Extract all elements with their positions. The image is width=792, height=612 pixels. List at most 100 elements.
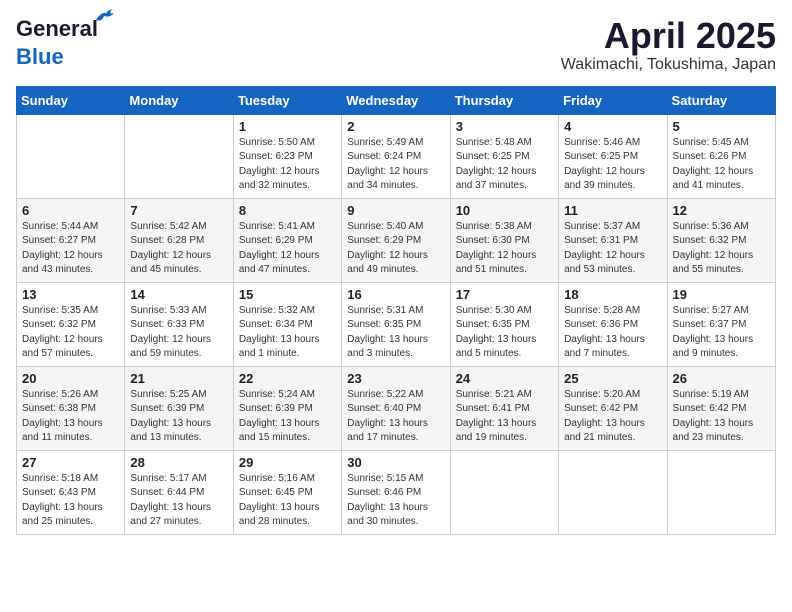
day-info: Sunrise: 5:45 AM Sunset: 6:26 PM Dayligh… xyxy=(673,136,770,194)
day-number: 15 xyxy=(239,287,336,302)
day-number: 21 xyxy=(130,371,227,386)
day-info: Sunrise: 5:36 AM Sunset: 6:32 PM Dayligh… xyxy=(673,220,770,278)
week-row-1: 1 Sunrise: 5:50 AM Sunset: 6:23 PM Daylig… xyxy=(17,114,776,198)
day-info: Sunrise: 5:31 AM Sunset: 6:35 PM Dayligh… xyxy=(347,304,444,362)
week-row-5: 27Sunrise: 5:18 AM Sunset: 6:43 PM Dayli… xyxy=(17,450,776,534)
calendar-cell: 18 Sunrise: 5:28 AM Sunset: 6:36 PM Dayli… xyxy=(559,282,667,366)
calendar-cell: 27Sunrise: 5:18 AM Sunset: 6:43 PM Dayli… xyxy=(17,450,125,534)
calendar-cell: 9Sunrise: 5:40 AM Sunset: 6:29 PM Daylig… xyxy=(342,198,450,282)
day-number: 17 xyxy=(456,287,553,302)
day-info: Sunrise: 5:41 AM Sunset: 6:29 PM Dayligh… xyxy=(239,220,336,278)
calendar-cell: 20 Sunrise: 5:26 AM Sunset: 6:38 PM Dayli… xyxy=(17,366,125,450)
calendar-cell: 26 Sunrise: 5:19 AM Sunset: 6:42 PM Dayli… xyxy=(667,366,775,450)
calendar-cell: 19Sunrise: 5:27 AM Sunset: 6:37 PM Dayli… xyxy=(667,282,775,366)
calendar-cell: 30 Sunrise: 5:15 AM Sunset: 6:46 PM Dayli… xyxy=(342,450,450,534)
day-info: Sunrise: 5:42 AM Sunset: 6:28 PM Dayligh… xyxy=(130,220,227,278)
day-number: 13 xyxy=(22,287,119,302)
calendar-cell: 10Sunrise: 5:38 AM Sunset: 6:30 PM Dayli… xyxy=(450,198,558,282)
day-info: Sunrise: 5:44 AM Sunset: 6:27 PM Dayligh… xyxy=(22,220,119,278)
weekday-header-wednesday: Wednesday xyxy=(342,86,450,114)
day-info: Sunrise: 5:21 AM Sunset: 6:41 PM Dayligh… xyxy=(456,388,553,446)
title-block: April 2025 Wakimachi, Tokushima, Japan xyxy=(561,16,776,74)
day-info: Sunrise: 5:50 AM Sunset: 6:23 PM Dayligh… xyxy=(239,136,336,194)
day-number: 28 xyxy=(130,455,227,470)
calendar-table: SundayMondayTuesdayWednesdayThursdayFrid… xyxy=(16,86,776,535)
day-number: 16 xyxy=(347,287,444,302)
calendar-cell: 1 Sunrise: 5:50 AM Sunset: 6:23 PM Daylig… xyxy=(233,114,341,198)
location-title: Wakimachi, Tokushima, Japan xyxy=(561,56,776,74)
day-info: Sunrise: 5:16 AM Sunset: 6:45 PM Dayligh… xyxy=(239,472,336,530)
calendar-cell xyxy=(559,450,667,534)
day-info: Sunrise: 5:24 AM Sunset: 6:39 PM Dayligh… xyxy=(239,388,336,446)
day-info: Sunrise: 5:46 AM Sunset: 6:25 PM Dayligh… xyxy=(564,136,661,194)
day-number: 2 xyxy=(347,119,444,134)
day-number: 25 xyxy=(564,371,661,386)
day-info: Sunrise: 5:28 AM Sunset: 6:36 PM Dayligh… xyxy=(564,304,661,362)
day-info: Sunrise: 5:20 AM Sunset: 6:42 PM Dayligh… xyxy=(564,388,661,446)
day-info: Sunrise: 5:38 AM Sunset: 6:30 PM Dayligh… xyxy=(456,220,553,278)
weekday-header-tuesday: Tuesday xyxy=(233,86,341,114)
calendar-cell: 2 Sunrise: 5:49 AM Sunset: 6:24 PM Daylig… xyxy=(342,114,450,198)
calendar-cell: 15Sunrise: 5:32 AM Sunset: 6:34 PM Dayli… xyxy=(233,282,341,366)
day-info: Sunrise: 5:30 AM Sunset: 6:35 PM Dayligh… xyxy=(456,304,553,362)
calendar-cell: 21 Sunrise: 5:25 AM Sunset: 6:39 PM Dayli… xyxy=(125,366,233,450)
day-number: 20 xyxy=(22,371,119,386)
day-info: Sunrise: 5:18 AM Sunset: 6:43 PM Dayligh… xyxy=(22,472,119,530)
day-info: Sunrise: 5:25 AM Sunset: 6:39 PM Dayligh… xyxy=(130,388,227,446)
day-info: Sunrise: 5:17 AM Sunset: 6:44 PM Dayligh… xyxy=(130,472,227,530)
day-number: 26 xyxy=(673,371,770,386)
logo-general: General xyxy=(16,16,98,41)
weekday-header-saturday: Saturday xyxy=(667,86,775,114)
day-number: 6 xyxy=(22,203,119,218)
weekday-header-monday: Monday xyxy=(125,86,233,114)
day-info: Sunrise: 5:15 AM Sunset: 6:46 PM Dayligh… xyxy=(347,472,444,530)
calendar-cell: 23 Sunrise: 5:22 AM Sunset: 6:40 PM Dayli… xyxy=(342,366,450,450)
calendar-cell: 14Sunrise: 5:33 AM Sunset: 6:33 PM Dayli… xyxy=(125,282,233,366)
day-number: 29 xyxy=(239,455,336,470)
day-number: 19 xyxy=(673,287,770,302)
calendar-cell: 7Sunrise: 5:42 AM Sunset: 6:28 PM Daylig… xyxy=(125,198,233,282)
calendar-cell: 12Sunrise: 5:36 AM Sunset: 6:32 PM Dayli… xyxy=(667,198,775,282)
day-number: 11 xyxy=(564,203,661,218)
calendar-cell: 3Sunrise: 5:48 AM Sunset: 6:25 PM Daylig… xyxy=(450,114,558,198)
weekday-header-thursday: Thursday xyxy=(450,86,558,114)
calendar-cell xyxy=(17,114,125,198)
day-info: Sunrise: 5:22 AM Sunset: 6:40 PM Dayligh… xyxy=(347,388,444,446)
calendar-cell: 4 Sunrise: 5:46 AM Sunset: 6:25 PM Daylig… xyxy=(559,114,667,198)
logo-blue: Blue xyxy=(16,44,64,70)
day-info: Sunrise: 5:40 AM Sunset: 6:29 PM Dayligh… xyxy=(347,220,444,278)
calendar-cell xyxy=(450,450,558,534)
day-number: 22 xyxy=(239,371,336,386)
month-title: April 2025 xyxy=(561,16,776,56)
calendar-cell xyxy=(667,450,775,534)
day-number: 30 xyxy=(347,455,444,470)
day-number: 18 xyxy=(564,287,661,302)
day-info: Sunrise: 5:37 AM Sunset: 6:31 PM Dayligh… xyxy=(564,220,661,278)
day-info: Sunrise: 5:49 AM Sunset: 6:24 PM Dayligh… xyxy=(347,136,444,194)
day-info: Sunrise: 5:26 AM Sunset: 6:38 PM Dayligh… xyxy=(22,388,119,446)
day-number: 5 xyxy=(673,119,770,134)
logo-bird-icon xyxy=(94,8,116,24)
calendar-cell: 8 Sunrise: 5:41 AM Sunset: 6:29 PM Daylig… xyxy=(233,198,341,282)
calendar-cell xyxy=(125,114,233,198)
calendar-cell: 24 Sunrise: 5:21 AM Sunset: 6:41 PM Dayli… xyxy=(450,366,558,450)
week-row-3: 13Sunrise: 5:35 AM Sunset: 6:32 PM Dayli… xyxy=(17,282,776,366)
weekday-header-row: SundayMondayTuesdayWednesdayThursdayFrid… xyxy=(17,86,776,114)
calendar-cell: 25 Sunrise: 5:20 AM Sunset: 6:42 PM Dayli… xyxy=(559,366,667,450)
week-row-2: 6 Sunrise: 5:44 AM Sunset: 6:27 PM Daylig… xyxy=(17,198,776,282)
weekday-header-friday: Friday xyxy=(559,86,667,114)
header: General Blue April 2025 Wakimachi, Tokus… xyxy=(16,16,776,74)
calendar-cell: 17 Sunrise: 5:30 AM Sunset: 6:35 PM Dayli… xyxy=(450,282,558,366)
calendar-cell: 13Sunrise: 5:35 AM Sunset: 6:32 PM Dayli… xyxy=(17,282,125,366)
weekday-header-sunday: Sunday xyxy=(17,86,125,114)
day-number: 1 xyxy=(239,119,336,134)
calendar-cell: 22 Sunrise: 5:24 AM Sunset: 6:39 PM Dayli… xyxy=(233,366,341,450)
day-info: Sunrise: 5:19 AM Sunset: 6:42 PM Dayligh… xyxy=(673,388,770,446)
calendar-cell: 5 Sunrise: 5:45 AM Sunset: 6:26 PM Daylig… xyxy=(667,114,775,198)
day-number: 8 xyxy=(239,203,336,218)
day-number: 23 xyxy=(347,371,444,386)
calendar-cell: 11 Sunrise: 5:37 AM Sunset: 6:31 PM Dayli… xyxy=(559,198,667,282)
day-number: 24 xyxy=(456,371,553,386)
calendar-cell: 28 Sunrise: 5:17 AM Sunset: 6:44 PM Dayli… xyxy=(125,450,233,534)
day-number: 4 xyxy=(564,119,661,134)
